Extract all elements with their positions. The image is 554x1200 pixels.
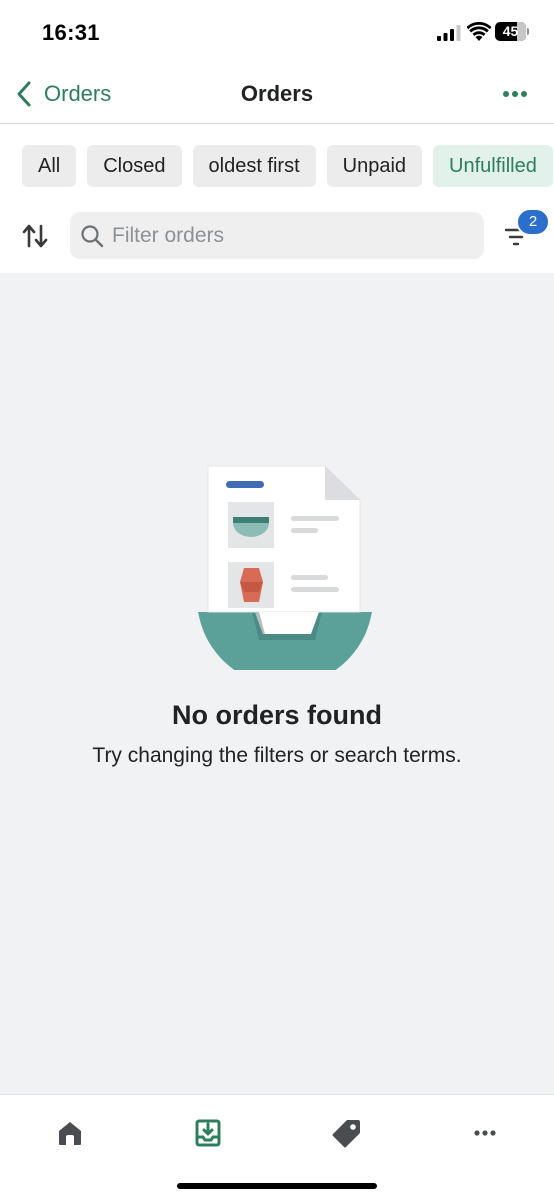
empty-state-title: No orders found <box>172 700 382 730</box>
search-bar[interactable] <box>70 212 484 259</box>
empty-orders-illustration <box>198 465 372 670</box>
status-bar: 16:31 45 <box>0 0 554 66</box>
filter-chips-scroller[interactable]: All Closed oldest first Unpaid Unfulfill… <box>0 140 554 194</box>
filter-chips: All Closed oldest first Unpaid Unfulfill… <box>22 145 553 187</box>
battery-level: 45 <box>502 23 519 39</box>
sort-icon[interactable] <box>20 222 50 250</box>
back-button-label: Orders <box>44 81 112 106</box>
tab-more[interactable] <box>467 1115 503 1151</box>
tab-products[interactable] <box>329 1115 365 1151</box>
tag-icon <box>332 1120 360 1148</box>
chip-unpaid[interactable]: Unpaid <box>326 145 423 187</box>
back-button[interactable]: Orders <box>14 78 111 110</box>
wifi-icon <box>467 22 491 41</box>
status-time: 16:31 <box>42 20 100 45</box>
cellular-signal-icon <box>437 25 461 41</box>
battery-icon: 45 <box>495 22 529 41</box>
chip-unfulfilled[interactable]: Unfulfilled <box>433 145 553 187</box>
home-indicator <box>177 1183 377 1189</box>
home-icon <box>59 1122 81 1145</box>
tab-home[interactable] <box>52 1115 88 1151</box>
more-options-icon[interactable] <box>502 84 528 104</box>
tab-orders[interactable] <box>190 1115 226 1151</box>
filter-count-badge: 2 <box>516 208 550 236</box>
navigation-bar: Orders Orders <box>0 66 554 124</box>
chip-oldest-first[interactable]: oldest first <box>192 145 316 187</box>
filter-button[interactable]: 2 <box>502 208 550 256</box>
search-input[interactable] <box>112 223 472 248</box>
chevron-left-icon <box>17 81 31 107</box>
more-icon <box>474 1130 496 1136</box>
chip-all[interactable]: All <box>22 145 77 187</box>
orders-icon <box>195 1119 221 1147</box>
empty-state-subtitle: Try changing the filters or search terms… <box>92 744 462 767</box>
search-icon <box>81 224 104 247</box>
chip-closed[interactable]: Closed <box>87 145 182 187</box>
